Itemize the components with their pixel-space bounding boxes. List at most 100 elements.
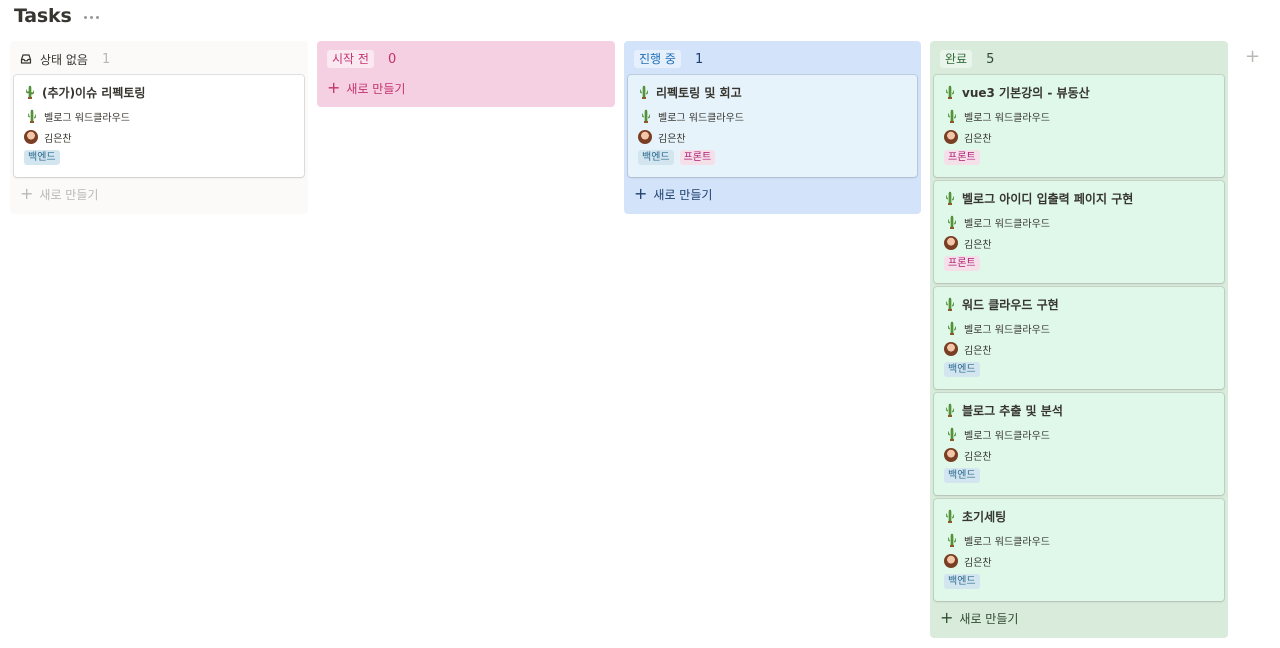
page-header: Tasks — [14, 4, 99, 28]
avatar — [944, 236, 958, 250]
card-tags: 백엔드 프론트 — [638, 150, 907, 165]
cactus-icon — [948, 321, 956, 335]
project-name: 벨로그 워드클라우드 — [658, 112, 744, 124]
task-card[interactable]: vue3 기본강의 - 뷰동산 벨로그 워드클라우드 김은찬 프론트 — [934, 75, 1224, 177]
cactus-icon — [948, 215, 956, 229]
column-no-status: 상태 없음 1 (추가)이슈 리펙토링 벨로그 워드클라우드 김은찬 백엔드 +… — [10, 41, 308, 214]
card-assignee: 김은찬 — [944, 341, 1214, 357]
card-project[interactable]: 벨로그 워드클라우드 — [944, 426, 1214, 442]
column-header: 완료 5 — [934, 47, 1224, 71]
task-card[interactable]: 초기세팅 벨로그 워드클라우드 김은찬 백엔드 — [934, 499, 1224, 601]
avatar — [944, 448, 958, 462]
card-title: 리펙토링 및 회고 — [638, 83, 907, 101]
new-card-button[interactable]: + 새로 만들기 — [934, 605, 1224, 631]
card-assignee: 김은찬 — [24, 129, 294, 145]
card-assignee: 김은찬 — [944, 235, 1214, 251]
cactus-icon — [28, 109, 36, 123]
column-title: 완료 — [940, 50, 973, 68]
new-card-button[interactable]: + 새로 만들기 — [321, 75, 611, 101]
card-title: 벨로그 아이디 입출력 페이지 구현 — [944, 189, 1214, 207]
cactus-icon — [946, 191, 954, 205]
card-tags: 백엔드 — [944, 362, 1214, 377]
card-title: (추가)이슈 리펙토링 — [24, 83, 294, 101]
card-title-text: 벨로그 아이디 입출력 페이지 구현 — [962, 191, 1134, 206]
cactus-icon — [946, 509, 954, 523]
new-card-label: 새로 만들기 — [959, 611, 1019, 626]
card-title-text: 리펙토링 및 회고 — [656, 85, 742, 100]
avatar — [944, 342, 958, 356]
assignee-name: 김은찬 — [964, 345, 992, 357]
task-card[interactable]: 블로그 추출 및 분석 벨로그 워드클라우드 김은찬 백엔드 — [934, 393, 1224, 495]
column-in-progress: 진행 중 1 리펙토링 및 회고 벨로그 워드클라우드 김은찬 백엔드 프론트 … — [624, 41, 921, 214]
assignee-name: 김은찬 — [44, 133, 72, 145]
card-title-text: (추가)이슈 리펙토링 — [42, 85, 146, 100]
card-title-text: 워드 클라우드 구현 — [962, 297, 1059, 312]
card-project[interactable]: 벨로그 워드클라우드 — [944, 320, 1214, 336]
card-title: 초기세팅 — [944, 507, 1214, 525]
task-card[interactable]: (추가)이슈 리펙토링 벨로그 워드클라우드 김은찬 백엔드 — [14, 75, 304, 177]
card-project[interactable]: 벨로그 워드클라우드 — [944, 214, 1214, 230]
avatar — [638, 130, 652, 144]
tag-frontend: 프론트 — [944, 256, 980, 271]
column-count: 1 — [101, 51, 111, 67]
cactus-icon — [640, 85, 648, 99]
project-name: 벨로그 워드클라우드 — [964, 430, 1050, 442]
project-name: 벨로그 워드클라우드 — [964, 536, 1050, 548]
card-assignee: 김은찬 — [944, 553, 1214, 569]
tag-backend: 백엔드 — [638, 150, 674, 165]
new-card-button[interactable]: + 새로 만들기 — [14, 181, 304, 207]
tag-backend: 백엔드 — [944, 468, 980, 483]
new-card-button[interactable]: + 새로 만들기 — [628, 181, 917, 207]
card-title: 워드 클라우드 구현 — [944, 295, 1214, 313]
tag-frontend: 프론트 — [944, 150, 980, 165]
card-title: vue3 기본강의 - 뷰동산 — [944, 83, 1214, 101]
column-count: 5 — [986, 51, 995, 67]
new-card-label: 새로 만들기 — [39, 187, 99, 202]
card-project[interactable]: 벨로그 워드클라우드 — [638, 108, 907, 124]
task-card[interactable]: 리펙토링 및 회고 벨로그 워드클라우드 김은찬 백엔드 프론트 — [628, 75, 917, 177]
column-title: 진행 중 — [634, 50, 681, 68]
plus-icon: + — [940, 608, 954, 627]
plus-icon: + — [20, 184, 34, 203]
card-tags: 프론트 — [944, 256, 1214, 271]
column-title: 시작 전 — [327, 50, 374, 68]
project-name: 벨로그 워드클라우드 — [964, 218, 1050, 230]
cactus-icon — [948, 109, 956, 123]
column-todo: 시작 전 0 + 새로 만들기 — [317, 41, 615, 107]
cactus-icon — [26, 85, 34, 99]
card-assignee: 김은찬 — [944, 447, 1214, 463]
tag-frontend: 프론트 — [679, 150, 716, 165]
column-header: 상태 없음 1 — [14, 47, 304, 71]
plus-icon: + — [634, 184, 648, 203]
task-card[interactable]: 벨로그 아이디 입출력 페이지 구현 벨로그 워드클라우드 김은찬 프론트 — [934, 181, 1224, 283]
cactus-icon — [946, 297, 954, 311]
assignee-name: 김은찬 — [964, 239, 992, 251]
avatar — [944, 130, 958, 144]
card-assignee: 김은찬 — [944, 129, 1214, 145]
page-title: Tasks — [14, 5, 72, 27]
tag-backend: 백엔드 — [944, 362, 980, 377]
cactus-icon — [642, 109, 650, 123]
avatar — [24, 130, 38, 144]
plus-icon: + — [327, 78, 341, 97]
assignee-name: 김은찬 — [964, 451, 992, 463]
card-tags: 백엔드 — [24, 150, 294, 165]
cactus-icon — [948, 533, 956, 547]
avatar — [944, 554, 958, 568]
card-project[interactable]: 벨로그 워드클라우드 — [24, 108, 294, 124]
add-column-icon[interactable]: + — [1245, 46, 1260, 67]
card-tags: 백엔드 — [944, 468, 1214, 483]
more-options-icon[interactable] — [83, 15, 99, 19]
new-card-label: 새로 만들기 — [653, 187, 713, 202]
card-tags: 프론트 — [944, 150, 1214, 165]
column-count: 1 — [694, 51, 704, 67]
card-project[interactable]: 벨로그 워드클라우드 — [944, 532, 1214, 548]
cactus-icon — [948, 427, 956, 441]
card-project[interactable]: 벨로그 워드클라우드 — [944, 108, 1214, 124]
card-assignee: 김은찬 — [638, 129, 907, 145]
task-card[interactable]: 워드 클라우드 구현 벨로그 워드클라우드 김은찬 백엔드 — [934, 287, 1224, 389]
project-name: 벨로그 워드클라우드 — [964, 324, 1050, 336]
project-name: 벨로그 워드클라우드 — [44, 112, 130, 124]
column-done: 완료 5 vue3 기본강의 - 뷰동산 벨로그 워드클라우드 김은찬 프론트 … — [930, 41, 1228, 638]
card-tags: 백엔드 — [944, 574, 1214, 589]
